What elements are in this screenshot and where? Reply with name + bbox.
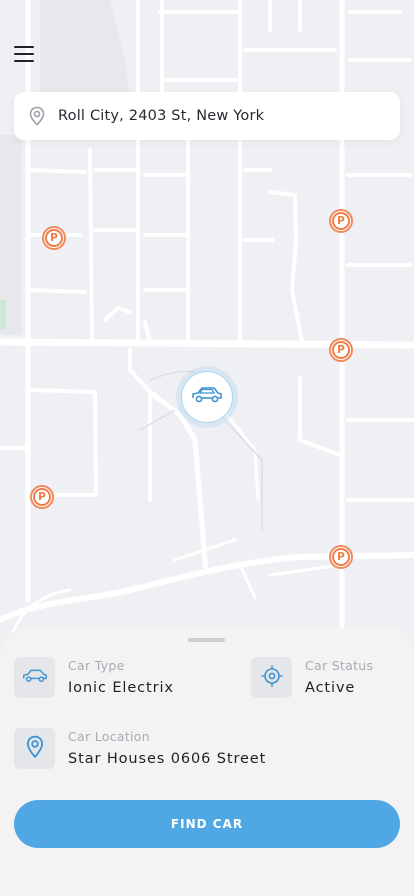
- car-type-info: Car Type Ionic Electrix: [14, 657, 174, 698]
- car-icon: [190, 385, 224, 409]
- location-search-input[interactable]: [56, 107, 380, 125]
- car-type-icon-box: [14, 657, 55, 698]
- car-info-sheet: Car Type Ionic Electrix Car Status Activ…: [0, 628, 414, 896]
- find-car-button[interactable]: FIND CAR: [14, 800, 400, 848]
- car-status-info: Car Status Active: [251, 657, 373, 698]
- car-status-label: Car Status: [305, 658, 374, 673]
- parking-marker[interactable]: P: [42, 226, 66, 250]
- car-status-value: Active: [305, 680, 356, 696]
- car-location-label: Car Location: [68, 729, 150, 744]
- menu-button[interactable]: [10, 40, 38, 68]
- parking-marker[interactable]: P: [329, 209, 353, 233]
- location-pin-icon: [25, 735, 45, 763]
- parking-marker[interactable]: P: [329, 545, 353, 569]
- parking-marker[interactable]: P: [329, 338, 353, 362]
- location-pin-icon: [26, 105, 48, 127]
- car-status-icon-box: [251, 657, 292, 698]
- car-location-value: Star Houses 0606 Street: [68, 751, 267, 767]
- hamburger-menu-icon: [14, 46, 34, 48]
- sheet-drag-handle[interactable]: [188, 638, 225, 642]
- crosshair-target-icon: [260, 664, 284, 692]
- parking-marker[interactable]: P: [30, 485, 54, 509]
- car-location-icon-box: [14, 728, 55, 769]
- car-type-label: Car Type: [68, 658, 125, 673]
- car-location-marker[interactable]: [176, 366, 238, 428]
- car-location-info: Car Location Star Houses 0606 Street: [14, 728, 266, 769]
- location-search-bar[interactable]: [14, 92, 400, 140]
- car-icon: [21, 668, 49, 688]
- hamburger-menu-icon: [14, 53, 34, 55]
- car-type-value: Ionic Electrix: [68, 680, 174, 696]
- hamburger-menu-icon: [14, 60, 34, 62]
